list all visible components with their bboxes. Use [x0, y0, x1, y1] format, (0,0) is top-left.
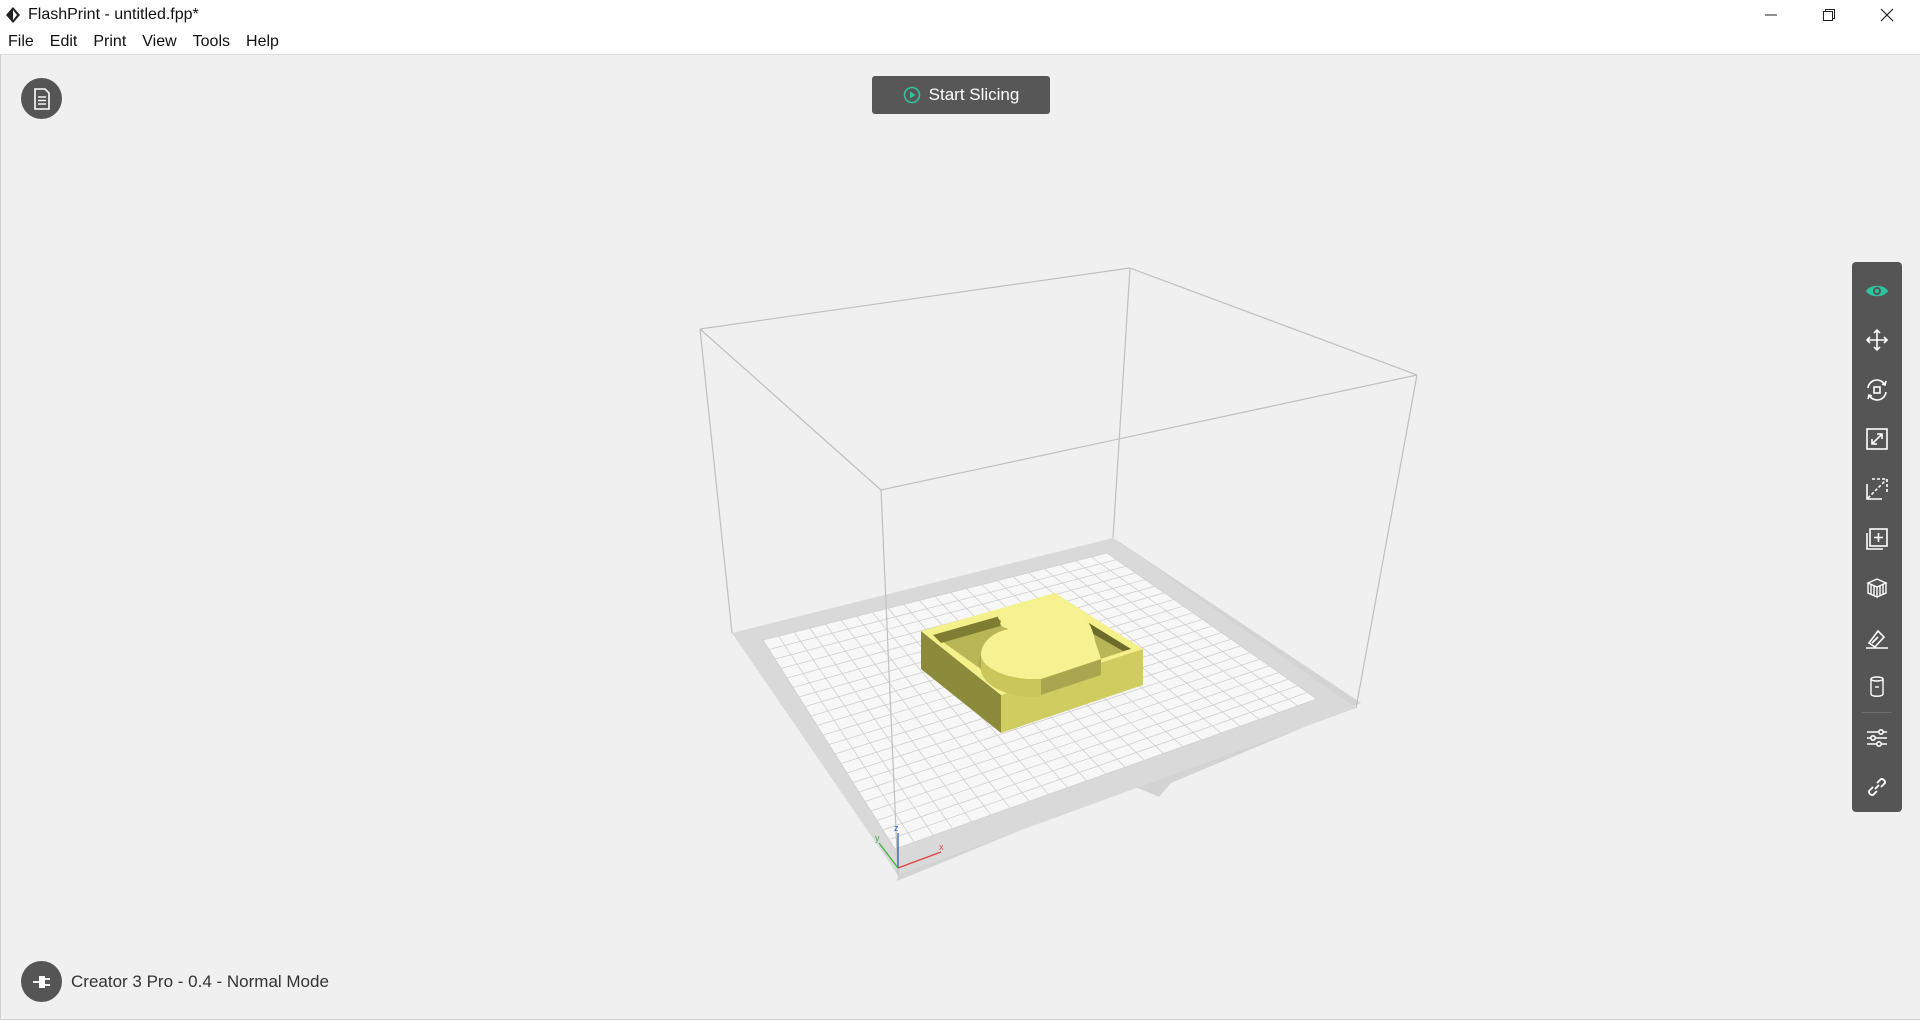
flashprint-window: FlashPrint - untitled.fpp* File Edit Pri…	[0, 0, 1920, 1020]
restore-icon	[1823, 8, 1835, 21]
machine-status-text: Creator 3 Pro - 0.4 - Normal Mode	[71, 971, 329, 991]
extruder-icon	[1870, 676, 1884, 698]
menu-edit[interactable]: Edit	[42, 29, 86, 54]
plug-icon	[32, 975, 50, 988]
rotate-icon	[1867, 379, 1887, 401]
status-bar: Creator 3 Pro - 0.4 - Normal Mode	[21, 961, 329, 1002]
tool-extruder-button[interactable]	[1852, 662, 1902, 712]
lay-on-face-icon	[1866, 629, 1888, 649]
tool-move-button[interactable]	[1852, 316, 1902, 366]
add-model-icon	[1866, 527, 1888, 550]
settings-sliders-icon	[1867, 728, 1887, 747]
menu-print[interactable]: Print	[85, 29, 134, 54]
tool-link-button[interactable]	[1852, 762, 1902, 812]
axis-y-label: y	[875, 833, 880, 843]
window-title: FlashPrint - untitled.fpp*	[28, 5, 199, 23]
axis-x-label: x	[939, 842, 944, 852]
tool-supports-button[interactable]	[1852, 563, 1902, 613]
tool-scale-button[interactable]	[1852, 415, 1902, 465]
axis-z-label: z	[894, 823, 899, 833]
machine-connect-button[interactable]	[21, 961, 62, 1002]
supports-icon	[1866, 578, 1888, 599]
menu-help[interactable]: Help	[238, 29, 287, 54]
title-bar: FlashPrint - untitled.fpp*	[0, 0, 1920, 29]
3d-viewport[interactable]: z x y Start Slicing Creator 3 Pro - 0.4 …	[0, 55, 1920, 1020]
start-slicing-button[interactable]: Start Slicing	[872, 76, 1050, 114]
menu-file[interactable]: File	[0, 29, 42, 54]
play-circle-icon	[903, 86, 920, 104]
tool-add-model-button[interactable]	[1852, 514, 1902, 564]
link-icon	[1868, 778, 1886, 797]
restore-button[interactable]	[1800, 0, 1858, 29]
close-icon	[1880, 8, 1894, 21]
tool-rotate-button[interactable]	[1852, 365, 1902, 415]
start-slicing-label: Start Slicing	[928, 85, 1020, 104]
tool-view-button[interactable]	[1852, 266, 1902, 316]
move-icon	[1865, 329, 1889, 352]
right-toolbar	[1852, 262, 1902, 812]
menu-bar: File Edit Print View Tools Help	[0, 29, 1920, 55]
menu-view[interactable]: View	[134, 29, 184, 54]
flashprint-logo-icon	[2, 4, 24, 26]
scale-icon	[1866, 428, 1888, 451]
build-volume-scene[interactable]: z x y	[1, 55, 1920, 1019]
project-info-button[interactable]	[21, 78, 62, 119]
document-icon	[33, 87, 50, 110]
tool-cut-button[interactable]	[1852, 464, 1902, 514]
close-button[interactable]	[1858, 0, 1916, 29]
menu-tools[interactable]: Tools	[185, 29, 238, 54]
tool-lay-on-face-button[interactable]	[1852, 613, 1902, 663]
eye-icon	[1866, 285, 1888, 297]
tool-settings-button[interactable]	[1852, 713, 1902, 763]
cut-icon	[1866, 478, 1888, 500]
minimize-icon	[1765, 14, 1777, 15]
minimize-button[interactable]	[1742, 0, 1800, 29]
